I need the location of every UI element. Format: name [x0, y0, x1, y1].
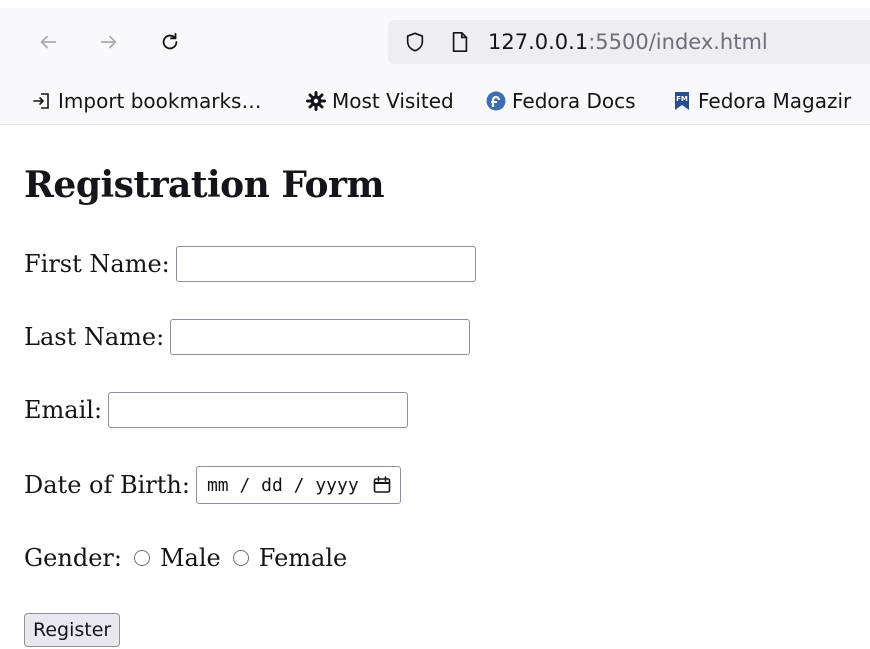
last-name-row: Last Name:: [24, 319, 471, 355]
reload-button[interactable]: [154, 26, 186, 58]
back-button[interactable]: [32, 26, 64, 58]
page-title: Registration Form: [24, 164, 385, 206]
fedora-magazine-icon: FM: [675, 92, 689, 110]
bookmark-label: Fedora Magazir: [698, 89, 852, 113]
bookmark-fedora-magazine[interactable]: FM Fedora Magazir: [672, 86, 857, 116]
gender-male-radio[interactable]: [133, 550, 150, 566]
address-bar[interactable]: 127.0.0.1:5500/index.html: [388, 20, 870, 64]
navigation-toolbar: 127.0.0.1:5500/index.html: [0, 8, 870, 76]
gear-icon: [306, 91, 326, 111]
email-row: Email:: [24, 392, 409, 428]
gender-female-radio[interactable]: [232, 550, 249, 566]
email-label: Email:: [24, 396, 103, 424]
url-host: 127.0.0.1: [488, 30, 589, 54]
browser-chrome: 127.0.0.1:5500/index.html Import bookmar…: [0, 0, 870, 126]
gender-row: Gender: Male Female: [24, 544, 347, 572]
page-content: Registration Form First Name: Last Name:…: [0, 126, 870, 649]
gender-label: Gender:: [24, 544, 122, 572]
bookmark-fedora-docs[interactable]: Fedora Docs: [486, 86, 636, 116]
bookmark-import[interactable]: Import bookmarks…: [32, 86, 261, 116]
dob-row: Date of Birth: mm / dd / yyyy: [24, 466, 401, 504]
dob-field[interactable]: mm / dd / yyyy: [195, 466, 401, 504]
last-name-field[interactable]: [170, 319, 471, 355]
forward-arrow-icon: [100, 35, 117, 49]
reload-icon: [162, 32, 178, 50]
dob-placeholder: mm / dd / yyyy: [206, 474, 359, 496]
back-arrow-icon: [40, 35, 57, 49]
bookmark-label: Fedora Docs: [512, 89, 636, 113]
email-field[interactable]: [108, 392, 409, 428]
tab-strip-edge: [0, 0, 870, 8]
gender-male-label[interactable]: Male: [160, 544, 221, 572]
svg-text:FM: FM: [676, 95, 688, 103]
fedora-icon: [486, 91, 506, 111]
tracking-protection-shield-icon[interactable]: [404, 31, 426, 53]
register-button[interactable]: Register: [24, 613, 121, 647]
bookmark-most-visited[interactable]: Most Visited: [306, 86, 454, 116]
bookmark-label: Import bookmarks…: [58, 89, 262, 113]
gender-female-label[interactable]: Female: [259, 544, 348, 572]
url-path: :5500/index.html: [588, 30, 768, 54]
first-name-label: First Name:: [24, 250, 170, 278]
bookmarks-toolbar: Import bookmarks… Most Visited Fedora Do…: [0, 78, 870, 125]
page-info-icon[interactable]: [450, 31, 470, 53]
import-icon: [33, 93, 49, 109]
calendar-icon[interactable]: [372, 475, 392, 495]
last-name-label: Last Name:: [24, 323, 165, 351]
first-name-row: First Name:: [24, 246, 476, 282]
bookmark-label: Most Visited: [332, 89, 454, 113]
url-text[interactable]: 127.0.0.1:5500/index.html: [488, 30, 768, 54]
first-name-field[interactable]: [175, 246, 476, 282]
dob-label: Date of Birth:: [24, 471, 190, 499]
forward-button[interactable]: [93, 26, 125, 58]
